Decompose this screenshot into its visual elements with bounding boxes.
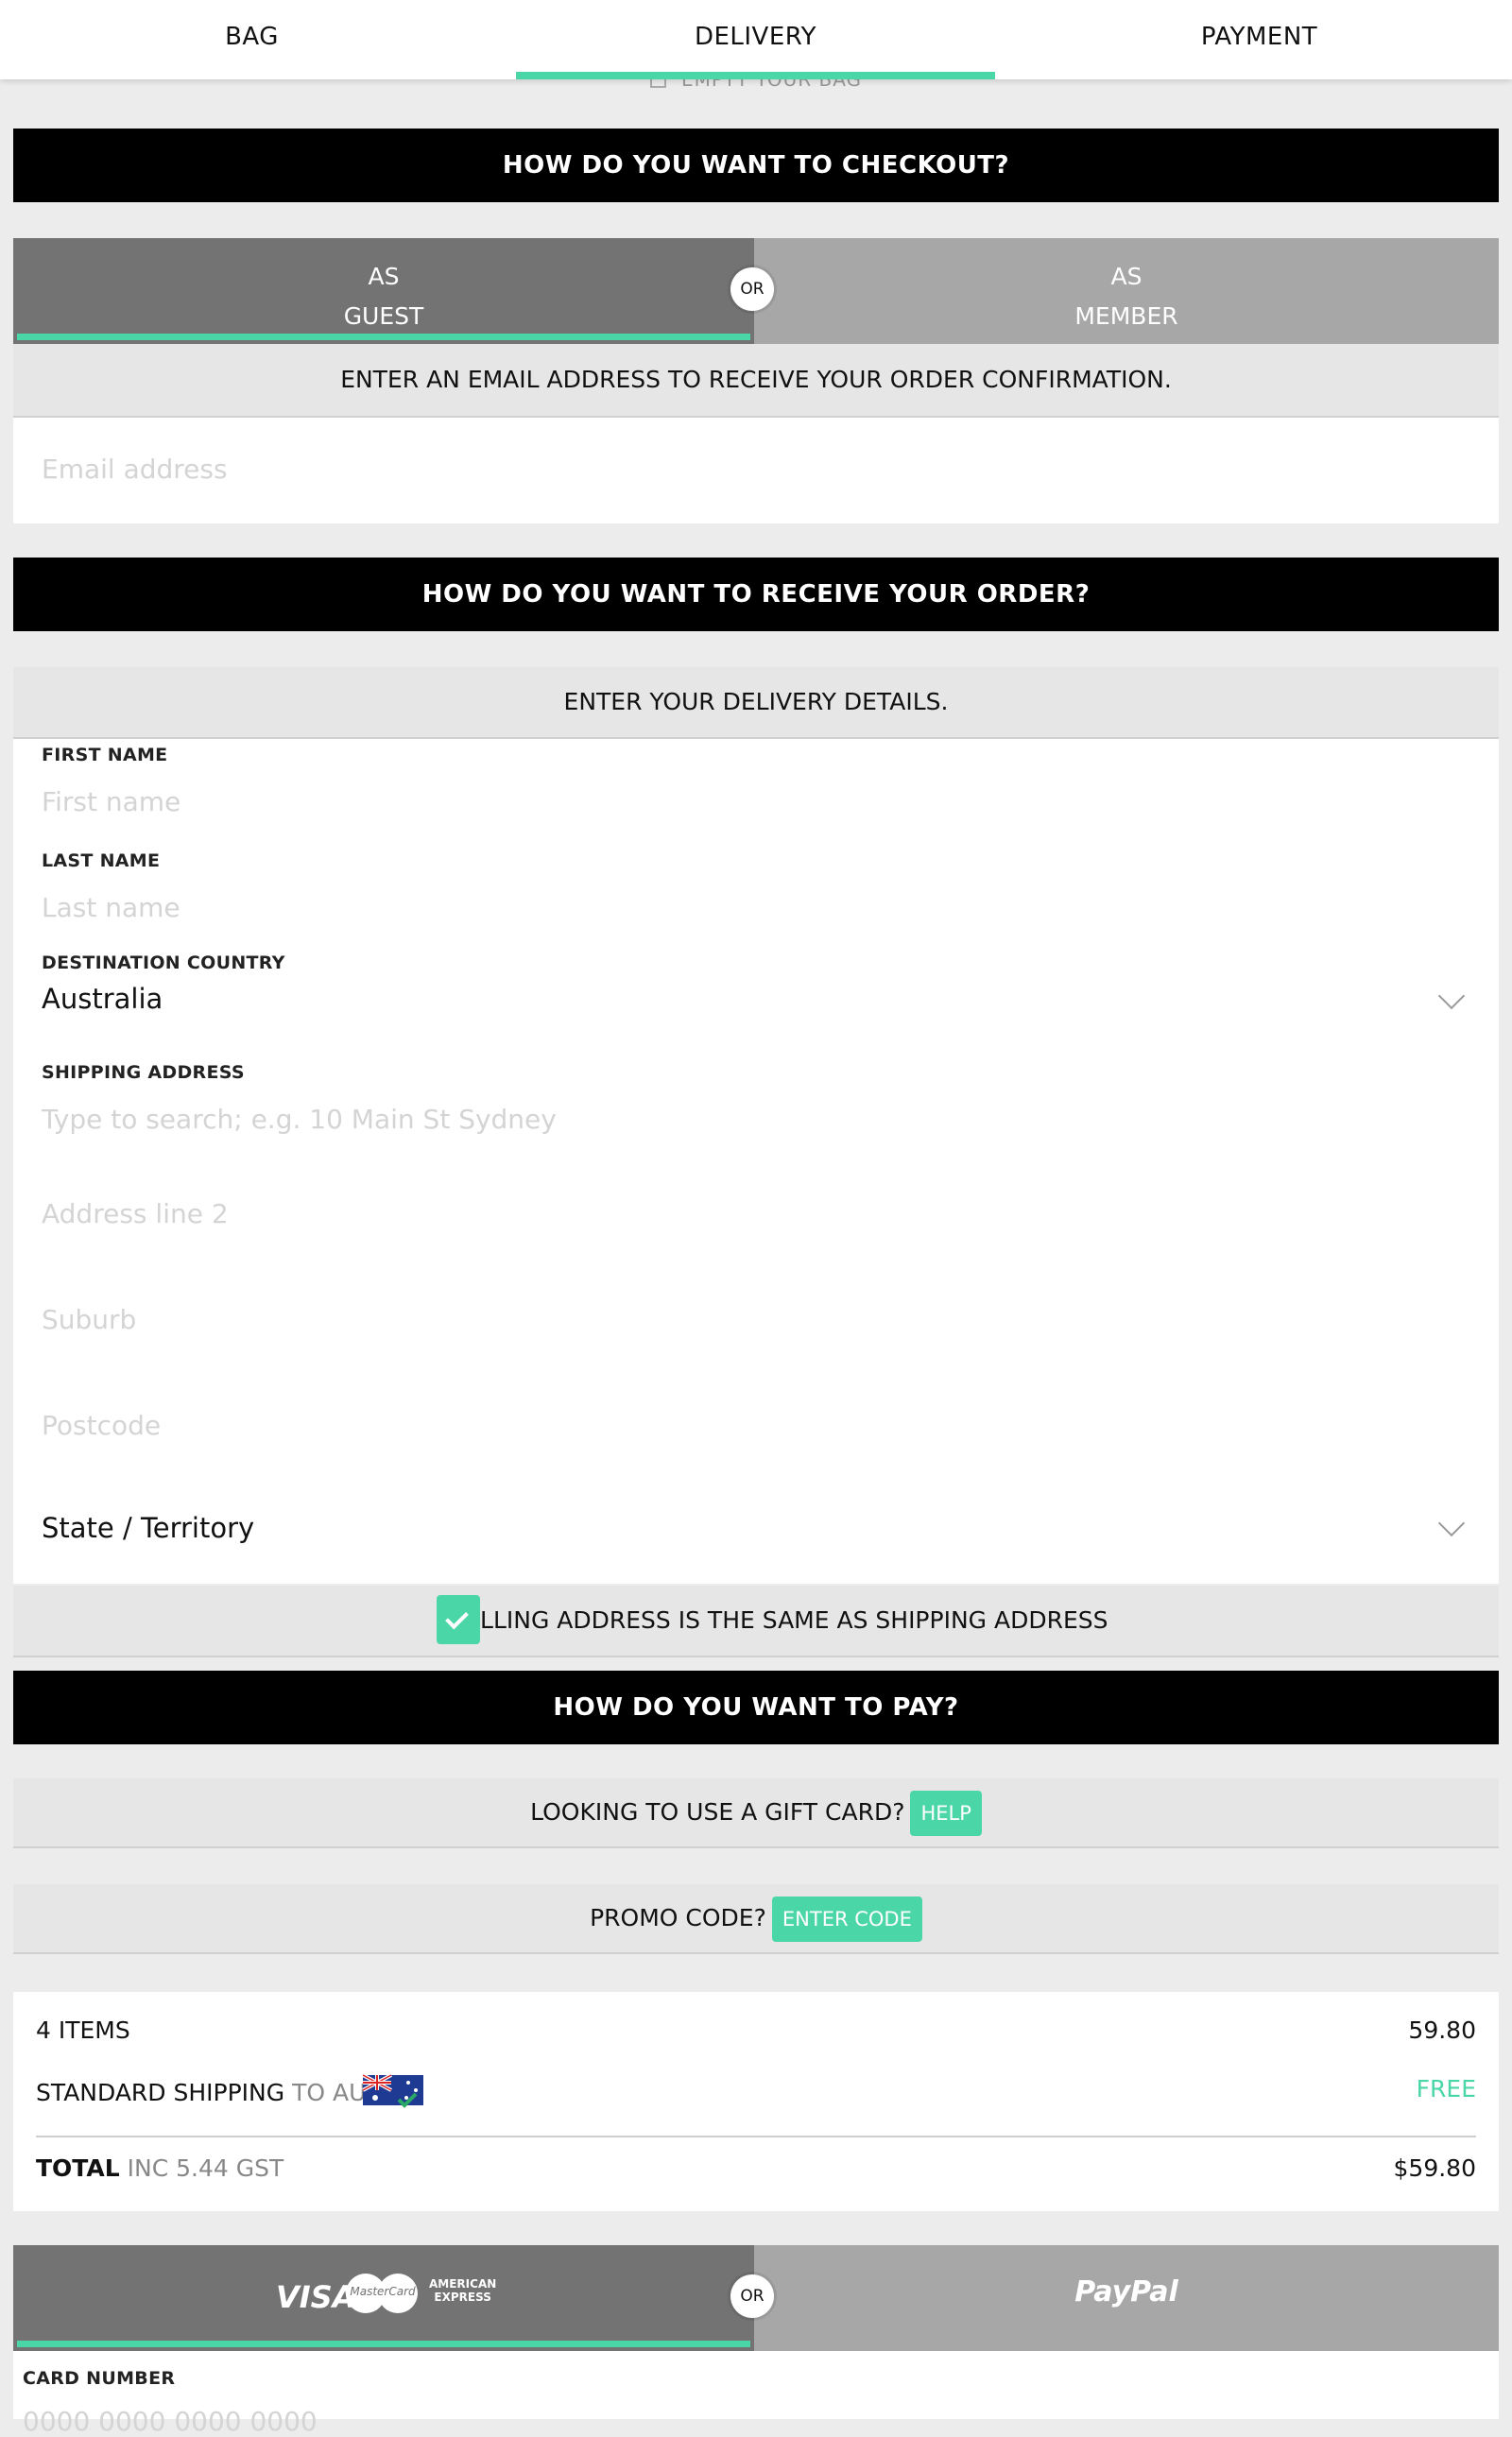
email-prompt: ENTER AN EMAIL ADDRESS TO RECEIVE YOUR O… <box>13 344 1499 418</box>
delivery-heading: HOW DO YOU WANT TO RECEIVE YOUR ORDER? <box>13 558 1499 631</box>
or-divider: OR <box>730 2274 774 2318</box>
paypal-logo: PayPal <box>1074 2275 1178 2308</box>
billing-same-label: BILLING ADDRESS IS THE SAME AS SHIPPING … <box>456 1606 1108 1634</box>
checkout-steps-nav: BAG DELIVERY PAYMENT <box>0 0 1512 79</box>
first-name-field[interactable]: First name <box>42 786 180 817</box>
last-name-field[interactable]: Last name <box>42 892 180 923</box>
payment-heading: HOW DO YOU WANT TO PAY? <box>13 1671 1499 1744</box>
total-value: $59.80 <box>1393 2154 1476 2182</box>
gift-card-help-button[interactable]: HELP <box>910 1791 982 1836</box>
last-name-label: LAST NAME <box>42 850 161 871</box>
billing-same-row: BILLING ADDRESS IS THE SAME AS SHIPPING … <box>13 1586 1499 1657</box>
order-summary: 4 ITEMS 59.80 STANDARD SHIPPING TO AU FR… <box>13 1992 1499 2211</box>
total-label: TOTAL <box>36 2154 120 2182</box>
mastercard-logo: MasterCard <box>346 2274 420 2313</box>
billing-same-checkbox[interactable] <box>437 1595 480 1644</box>
member-line1: AS <box>1110 263 1143 290</box>
delivery-form: FIRST NAME First name LAST NAME Last nam… <box>13 739 1499 1584</box>
or-divider: OR <box>730 267 774 311</box>
gift-card-label: LOOKING TO USE A GIFT CARD? <box>530 1798 905 1826</box>
mastercard-text: MasterCard <box>350 2285 416 2298</box>
card-number-section: CARD NUMBER 0000 0000 0000 0000 <box>13 2351 1499 2437</box>
amex-line1: AMERICAN <box>429 2277 497 2291</box>
card-number-label: CARD NUMBER <box>23 2368 176 2389</box>
address-search-field[interactable]: Type to search; e.g. 10 Main St Sydney <box>42 1104 557 1135</box>
total-row: TOTAL INC 5.44 GST <box>36 2154 284 2182</box>
shipping-row: STANDARD SHIPPING TO AU <box>36 2079 366 2106</box>
country-label: DESTINATION COUNTRY <box>42 952 285 973</box>
shipping-address-label: SHIPPING ADDRESS <box>42 1062 245 1083</box>
card-number-field[interactable]: 0000 0000 0000 0000 <box>23 2406 318 2437</box>
promo-row: PROMO CODE? ENTER CODE <box>13 1884 1499 1954</box>
suburb-field[interactable]: Suburb <box>42 1304 136 1335</box>
chevron-down-icon[interactable] <box>1437 1509 1466 1537</box>
country-select[interactable]: Australia <box>42 983 163 1015</box>
shipping-dest: TO AU <box>292 2079 367 2106</box>
australia-flag-icon <box>362 2073 423 2108</box>
amex-logo: AMERICAN EXPRESS <box>429 2277 496 2304</box>
total-tax: INC 5.44 GST <box>127 2154 284 2182</box>
guest-line1: AS <box>368 263 400 290</box>
paypal-option[interactable]: PayPal <box>754 2245 1499 2351</box>
enter-code-button[interactable]: ENTER CODE <box>771 1896 922 1942</box>
address-line2-field[interactable]: Address line 2 <box>42 1198 229 1229</box>
member-option[interactable]: AS MEMBER <box>754 238 1499 344</box>
visa-logo: VISA <box>276 2279 356 2315</box>
tab-bag[interactable]: BAG <box>0 0 504 79</box>
guest-option[interactable]: AS GUEST <box>13 238 754 344</box>
shipping-value: FREE <box>1416 2075 1476 2102</box>
delivery-details-prompt: ENTER YOUR DELIVERY DETAILS. <box>13 667 1499 739</box>
email-field[interactable]: Email address <box>42 454 228 485</box>
postcode-field[interactable]: Postcode <box>42 1410 161 1441</box>
items-label: 4 ITEMS <box>36 2017 130 2044</box>
first-name-label: FIRST NAME <box>42 745 168 765</box>
guest-line2: GUEST <box>343 302 424 330</box>
amex-line2: EXPRESS <box>434 2291 491 2304</box>
checkout-heading: HOW DO YOU WANT TO CHECKOUT? <box>13 129 1499 202</box>
email-field-wrapper: Email address <box>13 418 1499 523</box>
tab-delivery[interactable]: DELIVERY <box>504 0 1007 79</box>
card-option[interactable]: VISA MasterCard AMERICAN EXPRESS <box>13 2245 754 2351</box>
summary-divider <box>36 2136 1476 2137</box>
items-value: 59.80 <box>1408 2017 1476 2044</box>
shipping-label: STANDARD SHIPPING <box>36 2079 285 2106</box>
chevron-down-icon[interactable] <box>1437 982 1466 1010</box>
checkout-mode-toggle: AS GUEST OR AS MEMBER <box>13 238 1499 344</box>
tab-payment[interactable]: PAYMENT <box>1007 0 1511 79</box>
promo-label: PROMO CODE? <box>590 1904 766 1931</box>
payment-method-toggle: VISA MasterCard AMERICAN EXPRESS OR PayP… <box>13 2245 1499 2351</box>
member-line2: MEMBER <box>1074 302 1178 330</box>
state-select[interactable]: State / Territory <box>42 1512 254 1544</box>
gift-card-row: LOOKING TO USE A GIFT CARD? HELP <box>13 1778 1499 1848</box>
